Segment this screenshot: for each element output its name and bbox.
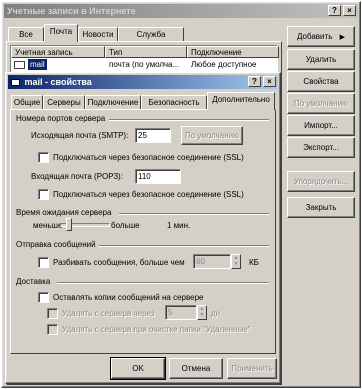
timeout-slider[interactable] xyxy=(60,218,110,232)
row-type: почта (по умолча... xyxy=(109,60,180,69)
delivery-divider xyxy=(57,282,269,284)
smtp-label: Исходящая почта (SMTP): xyxy=(31,131,129,140)
properties-title: mail - свойства xyxy=(24,77,92,87)
delivery-group-label: Доставка xyxy=(16,277,51,286)
timeout-less-label: меньше xyxy=(33,221,63,230)
tab-all[interactable]: Все xyxy=(8,27,44,42)
accounts-titlebar: Учетные записи в Интернете ? × xyxy=(4,4,358,18)
close-dialog-button[interactable]: Закрыть xyxy=(287,197,355,218)
tab-servers[interactable]: Серверы xyxy=(43,95,85,110)
pop3-port-input[interactable]: 110 xyxy=(135,169,181,184)
tab-general[interactable]: Общие xyxy=(11,95,43,110)
remove-on-trash-checkbox[interactable] xyxy=(47,324,58,335)
add-button[interactable]: Добавить ▶ xyxy=(287,26,355,47)
tab-mail[interactable]: Почта xyxy=(44,24,78,42)
split-size-spinner[interactable]: ▲ ▼ xyxy=(231,254,241,269)
split-checkbox[interactable] xyxy=(38,257,49,268)
pop3-ssl-checkbox[interactable] xyxy=(38,189,49,200)
close-button[interactable]: × xyxy=(343,5,356,16)
advanced-panel: Номера портов сервера Исходящая почта (S… xyxy=(10,109,276,354)
delete-button[interactable]: Удалить xyxy=(287,49,355,70)
import-button[interactable]: Импорт... xyxy=(287,115,355,136)
remove-days-spinner[interactable]: ▲ ▼ xyxy=(197,305,207,320)
tab-security[interactable]: Безопасность xyxy=(141,95,207,110)
remove-days-unit: дн. xyxy=(211,309,223,318)
default-ports-button[interactable]: По умолчанию xyxy=(181,126,243,145)
apply-button[interactable]: Применить xyxy=(227,358,277,379)
column-type[interactable]: Тип xyxy=(105,46,187,58)
timeout-group-label: Время ожидания сервера xyxy=(16,208,112,217)
row-account: mail xyxy=(28,59,47,70)
help-button[interactable]: ? xyxy=(328,5,341,16)
tab-directory[interactable]: Служба каталогов xyxy=(118,27,184,53)
remove-on-trash-label: Удалять с сервера при очистке папки "Уда… xyxy=(62,325,251,334)
mail-icon xyxy=(11,79,20,87)
pop3-ssl-label: Подключаться через безопасное соединение… xyxy=(53,190,244,199)
mail-account-icon xyxy=(14,61,25,69)
sending-group-label: Отправка сообщений xyxy=(16,240,96,249)
table-row[interactable]: mail почта (по умолча... Любое доступное xyxy=(11,59,279,71)
timeout-value: 1 мин. xyxy=(167,221,191,230)
row-connection: Любое доступное xyxy=(191,60,257,69)
add-button-label: Добавить xyxy=(297,32,333,41)
export-button[interactable]: Экспорт... xyxy=(287,137,355,158)
smtp-ssl-label: Подключаться через безопасное соединение… xyxy=(53,153,244,162)
split-label: Разбивать сообщения, больше чем xyxy=(53,258,185,267)
tab-advanced[interactable]: Дополнительно xyxy=(207,92,275,110)
ports-group-label: Номера портов сервера xyxy=(16,114,106,123)
tab-news[interactable]: Новости xyxy=(78,27,118,42)
remove-after-label: Удалять с сервера через xyxy=(62,309,155,318)
smtp-port-input[interactable]: 25 xyxy=(135,128,171,143)
properties-button[interactable]: Свойства xyxy=(287,71,355,92)
accounts-title: Учетные записи в Интернете xyxy=(7,6,136,16)
ok-button[interactable]: OK xyxy=(110,357,166,380)
column-account[interactable]: Учетная запись xyxy=(11,46,105,58)
split-unit: КБ xyxy=(249,258,259,267)
arrow-right-icon: ▶ xyxy=(339,34,345,41)
properties-dialog: mail - свойства ? × Общие Серверы Подклю… xyxy=(5,72,281,384)
set-order-button[interactable]: Упорядочить... xyxy=(287,171,355,192)
smtp-ssl-checkbox[interactable] xyxy=(38,152,49,163)
remove-after-checkbox[interactable] xyxy=(47,308,58,319)
dialog-close-button[interactable]: × xyxy=(263,76,276,87)
set-default-button[interactable]: По умолчанию xyxy=(287,93,355,114)
properties-titlebar: mail - свойства ? × xyxy=(8,75,278,89)
keep-copies-checkbox[interactable] xyxy=(38,292,49,303)
remove-days-input[interactable]: 5 xyxy=(165,305,197,320)
pop3-label: Входящая почта (POP3): xyxy=(31,172,123,181)
split-size-input[interactable]: 60 xyxy=(193,254,231,269)
sending-divider xyxy=(99,245,269,247)
tab-connection[interactable]: Подключение xyxy=(85,95,141,110)
slider-thumb[interactable] xyxy=(66,218,72,231)
ports-divider xyxy=(109,119,269,121)
keep-copies-label: Оставлять копии сообщений на сервере xyxy=(53,293,204,302)
timeout-more-label: больше xyxy=(111,221,140,230)
timeout-divider xyxy=(119,213,269,215)
cancel-button[interactable]: Отмена xyxy=(169,358,223,379)
column-connection[interactable]: Подключение xyxy=(187,46,279,58)
dialog-help-button[interactable]: ? xyxy=(248,76,261,87)
